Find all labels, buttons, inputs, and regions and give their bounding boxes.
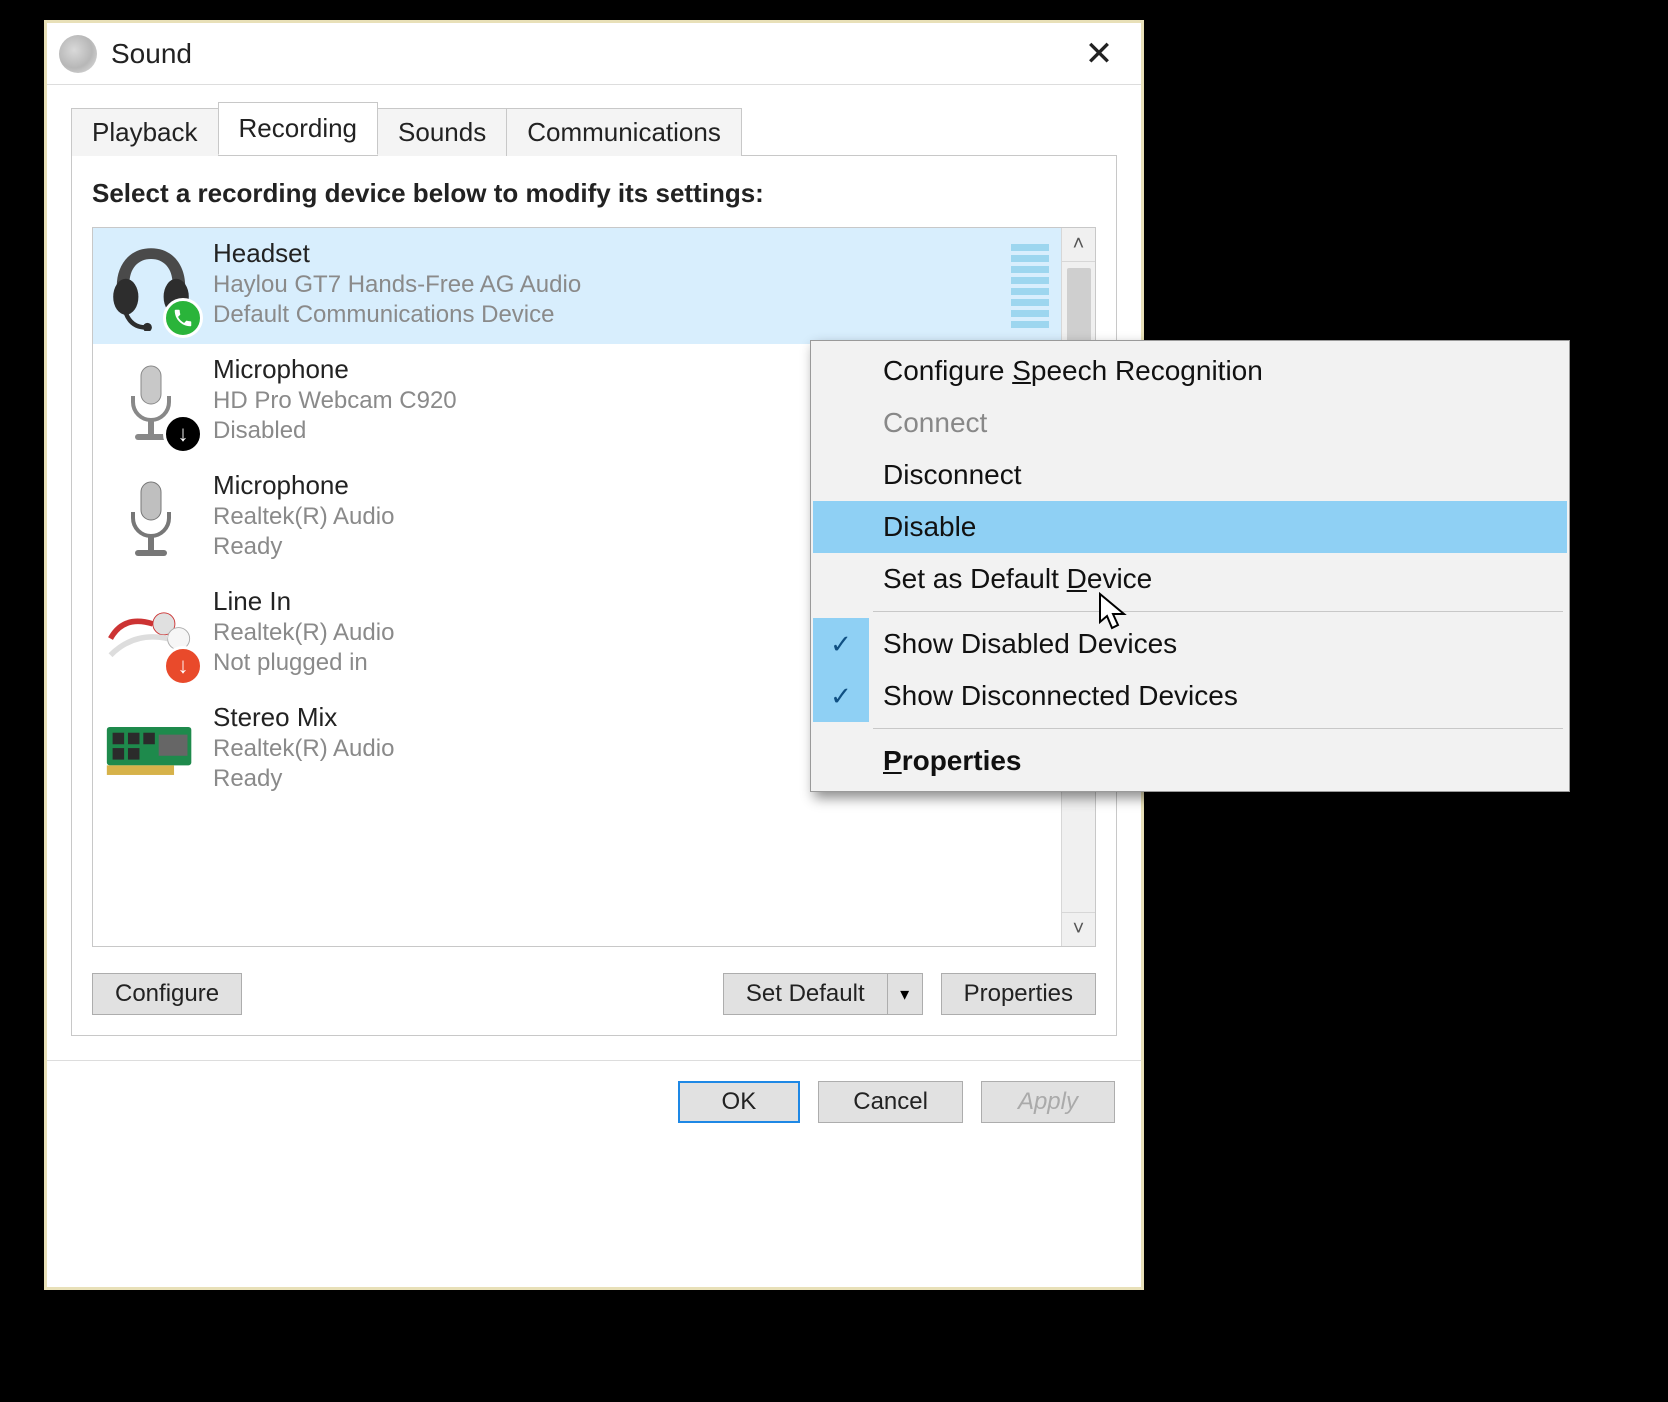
tab-communications[interactable]: Communications [506,108,742,156]
properties-button[interactable]: Properties [941,973,1096,1015]
set-default-button[interactable]: Set Default [723,973,887,1015]
speaker-icon [59,35,97,73]
tab-recording[interactable]: Recording [218,102,379,155]
lower-button-row: Configure Set Default ▾ Properties [92,973,1096,1015]
scroll-down-button[interactable]: ˅ [1062,912,1095,946]
dialog-title: Sound [111,38,1069,70]
tab-row: Playback Recording Sounds Communications [71,97,1117,155]
context-menu-separator [873,728,1563,729]
device-sub1: Haylou GT7 Hands-Free AG Audio [213,271,581,299]
close-icon: ✕ [1085,34,1114,74]
context-menu-label: Set as Default Device [883,563,1152,595]
tab-sounds[interactable]: Sounds [377,108,507,156]
cancel-button[interactable]: Cancel [818,1081,963,1123]
context-menu-item[interactable]: Configure Speech Recognition [813,345,1567,397]
device-name: Microphone [213,354,457,385]
device-sub2: Ready [213,533,394,561]
configure-button[interactable]: Configure [92,973,242,1015]
context-menu-item[interactable]: ✓ Show Disconnected Devices [813,670,1567,722]
microphone-icon [103,470,199,566]
instruction-text: Select a recording device below to modif… [92,178,1096,209]
device-row-headset[interactable]: Headset Haylou GT7 Hands-Free AG Audio D… [93,228,1061,344]
context-menu-label: Disable [883,511,976,543]
microphone-icon: ↓ [103,354,199,450]
level-meter [1011,238,1049,334]
device-sub1: Realtek(R) Audio [213,619,394,647]
apply-button[interactable]: Apply [981,1081,1115,1123]
context-menu-separator [873,611,1563,612]
sound-card-icon [103,702,199,798]
scroll-up-button[interactable]: ˄ [1062,228,1095,262]
context-menu-item[interactable]: Disable [813,501,1567,553]
device-sub1: HD Pro Webcam C920 [213,387,457,415]
ok-button[interactable]: OK [678,1081,801,1123]
set-default-split-button[interactable]: Set Default ▾ [723,973,923,1015]
check-icon: ✓ [813,618,869,670]
phone-badge-icon [163,298,203,338]
device-sub2: Not plugged in [213,649,394,677]
set-default-dropdown[interactable]: ▾ [887,973,923,1015]
device-sub2: Ready [213,765,394,793]
context-menu-label: Show Disabled Devices [883,628,1177,660]
device-sub2: Disabled [213,417,457,445]
device-sub2: Default Communications Device [213,301,581,329]
close-button[interactable]: ✕ [1069,24,1129,84]
check-icon: ✓ [813,670,869,722]
device-sub1: Realtek(R) Audio [213,735,394,763]
device-name: Stereo Mix [213,702,394,733]
context-menu-label: Connect [883,407,987,439]
down-arrow-badge-icon: ↓ [163,646,203,686]
context-menu-label: Properties [883,745,1022,777]
headset-icon [103,238,199,334]
device-sub1: Realtek(R) Audio [213,503,394,531]
context-menu-label: Show Disconnected Devices [883,680,1238,712]
device-name: Headset [213,238,581,269]
context-menu-label: Configure Speech Recognition [883,355,1263,387]
context-menu-item[interactable]: Set as Default Device [813,553,1567,605]
context-menu-item[interactable]: Properties [813,735,1567,787]
context-menu-item[interactable]: ✓ Show Disabled Devices [813,618,1567,670]
device-name: Microphone [213,470,394,501]
context-menu-label: Disconnect [883,459,1022,491]
context-menu: Configure Speech Recognition Connect Disco… [810,340,1570,792]
line-in-icon: ↓ [103,586,199,682]
title-bar: Sound ✕ [47,23,1141,85]
tab-playback[interactable]: Playback [71,108,219,156]
device-name: Line In [213,586,394,617]
down-arrow-badge-icon: ↓ [163,414,203,454]
dialog-footer: OK Cancel Apply [47,1060,1141,1143]
context-menu-item[interactable]: Disconnect [813,449,1567,501]
context-menu-item: Connect [813,397,1567,449]
